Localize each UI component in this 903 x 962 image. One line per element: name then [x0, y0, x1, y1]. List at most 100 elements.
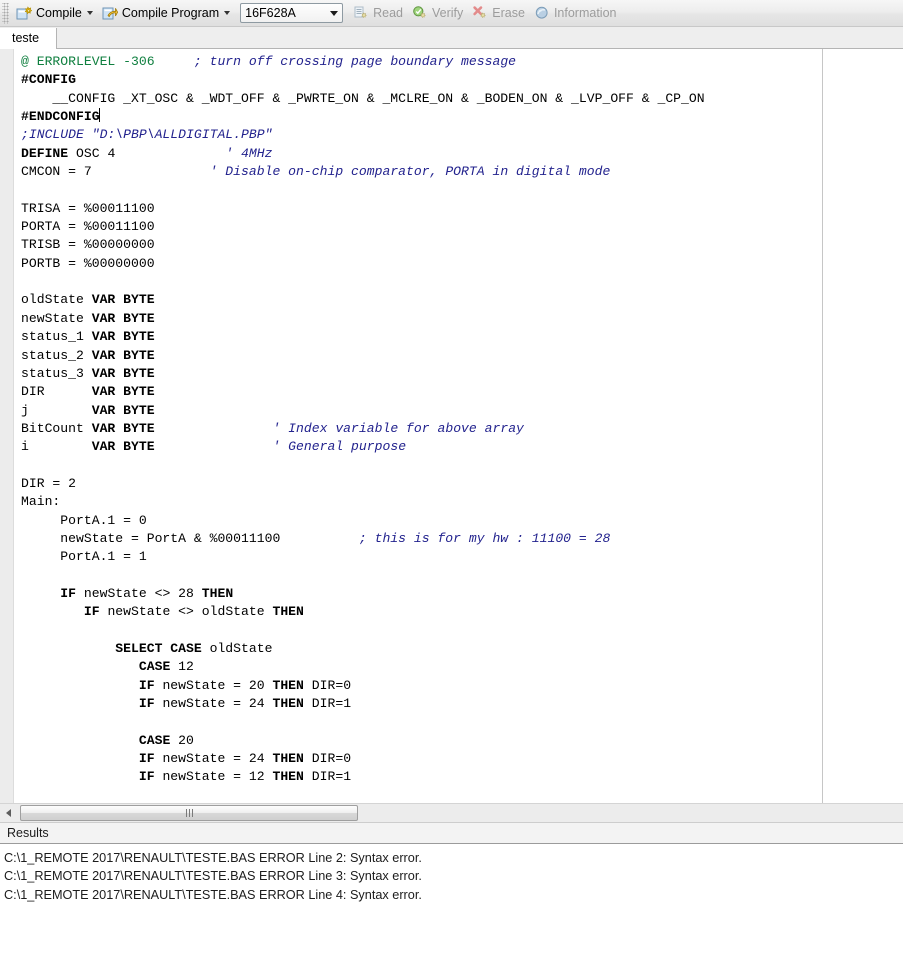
- code-token: DIR = 2: [21, 475, 77, 491]
- code-token-kw: THEN: [272, 677, 304, 693]
- code-editor[interactable]: @ ERRORLEVEL -306 ; turn off crossing pa…: [0, 49, 903, 803]
- erase-button[interactable]: Erase: [468, 1, 530, 25]
- editor-line: i VAR BYTE ' General purpose: [21, 438, 705, 456]
- read-button[interactable]: Read: [349, 1, 408, 25]
- results-line[interactable]: C:\1_REMOTE 2017\RENAULT\TESTE.BAS ERROR…: [4, 867, 903, 885]
- code-token: DIR: [21, 384, 92, 400]
- code-token: PortA.1 = 1: [21, 549, 147, 565]
- results-panel-title: Results: [7, 826, 49, 840]
- information-button-label: Information: [553, 6, 617, 20]
- code-token: status_2: [21, 347, 92, 363]
- editor-line: DIR VAR BYTE: [21, 383, 705, 401]
- code-token: newState = PortA & %00011100: [21, 530, 359, 546]
- read-button-label: Read: [373, 6, 404, 20]
- device-select-chevron-down-icon[interactable]: [325, 4, 342, 22]
- horizontal-scrollbar-thumb[interactable]: [20, 805, 358, 821]
- editor-line: __CONFIG _XT_OSC & _WDT_OFF & _PWRTE_ON …: [21, 90, 705, 108]
- code-token-kw: THEN: [272, 604, 304, 620]
- device-select[interactable]: 16F628A: [240, 3, 344, 23]
- information-button[interactable]: Information: [530, 1, 622, 25]
- editor-line: j VAR BYTE: [21, 402, 705, 420]
- code-token-kw: VAR BYTE: [91, 402, 155, 418]
- code-token-kw: VAR BYTE: [91, 420, 155, 436]
- compile-dropdown-caret-icon[interactable]: [86, 11, 93, 15]
- code-token: __CONFIG _XT_OSC & _WDT_OFF & _PWRTE_ON …: [21, 90, 705, 106]
- editor-line: #ENDCONFIG: [21, 108, 705, 126]
- code-token: newState = 20: [154, 677, 273, 693]
- erase-icon: [472, 5, 488, 21]
- compile-program-button[interactable]: Compile Program: [98, 1, 235, 25]
- text-caret: [98, 108, 100, 123]
- code-token: Main:: [21, 494, 61, 510]
- code-token-at: @ ERRORLEVEL -306: [21, 54, 155, 69]
- results-line[interactable]: C:\1_REMOTE 2017\RENAULT\TESTE.BAS ERROR…: [4, 849, 903, 867]
- code-token: DIR=1: [303, 769, 352, 785]
- code-token-kw: VAR BYTE: [91, 365, 155, 381]
- code-token-cm: ; turn off crossing page boundary messag…: [193, 54, 517, 69]
- editor-line: DIR = 2: [21, 475, 705, 493]
- code-token: newState = 24: [154, 696, 273, 712]
- verify-button-label: Verify: [432, 6, 464, 20]
- editor-line: ;INCLUDE "D:\PBP\ALLDIGITAL.PBP": [21, 126, 705, 144]
- code-token-kw: THEN: [272, 751, 304, 767]
- code-token-kw: THEN: [272, 696, 304, 712]
- read-document-icon: [353, 5, 369, 21]
- code-token: TRISA = %00011100: [21, 200, 155, 216]
- results-line[interactable]: C:\1_REMOTE 2017\RENAULT\TESTE.BAS ERROR…: [4, 886, 903, 904]
- results-panel-header: Results: [0, 822, 903, 844]
- editor-line: CASE 12: [21, 658, 705, 676]
- code-token-kw: VAR BYTE: [91, 347, 155, 363]
- code-token-kw: VAR BYTE: [91, 329, 155, 345]
- editor-code-content[interactable]: @ ERRORLEVEL -306 ; turn off crossing pa…: [21, 53, 705, 787]
- information-icon: [534, 5, 550, 21]
- verify-button[interactable]: Verify: [408, 1, 468, 25]
- code-token-kw: THEN: [201, 585, 234, 601]
- code-token: TRISB = %00000000: [21, 237, 155, 253]
- editor-gutter[interactable]: [0, 49, 14, 803]
- editor-line: oldState VAR BYTE: [21, 291, 705, 309]
- editor-line: IF newState = 24 THEN DIR=0: [21, 750, 705, 768]
- code-token-kw: SELECT CASE: [115, 641, 202, 656]
- code-token-dir: #CONFIG: [21, 72, 77, 88]
- compile-program-button-label: Compile Program: [121, 6, 220, 20]
- main-toolbar: Compile Compile Program 16F628A Read Ver…: [0, 0, 903, 27]
- editor-line: SELECT CASE oldState: [21, 640, 705, 658]
- compile-program-dropdown-caret-icon[interactable]: [224, 11, 231, 15]
- code-token: oldState: [201, 641, 273, 656]
- code-token-kw: IF: [83, 604, 100, 620]
- results-panel-body[interactable]: C:\1_REMOTE 2017\RENAULT\TESTE.BAS ERROR…: [0, 844, 903, 962]
- code-token: BitCount: [21, 420, 92, 436]
- editor-line: BitCount VAR BYTE ' Index variable for a…: [21, 420, 705, 438]
- scrollbar-gripper-icon: [185, 809, 193, 817]
- code-token-kw: IF: [138, 769, 155, 785]
- code-token: newState = 12: [154, 769, 273, 785]
- toolbar-drag-handle[interactable]: [2, 2, 9, 24]
- code-token: status_3: [21, 365, 92, 381]
- code-token: PORTA = %00011100: [21, 219, 155, 235]
- erase-button-label: Erase: [492, 6, 525, 20]
- editor-line: IF newState = 20 THEN DIR=0: [21, 677, 705, 695]
- editor-line: status_1 VAR BYTE: [21, 328, 705, 346]
- editor-horizontal-scrollbar[interactable]: [0, 803, 903, 822]
- document-tab-teste[interactable]: teste: [0, 28, 58, 49]
- code-token-kw: IF: [138, 677, 155, 693]
- editor-line: TRISA = %00011100: [21, 200, 705, 218]
- editor-line: DEFINE OSC 4 ' 4MHz: [21, 145, 705, 163]
- code-token-cm: ;INCLUDE "D:\PBP\ALLDIGITAL.PBP": [21, 127, 273, 143]
- editor-line: PortA.1 = 1: [21, 548, 705, 566]
- compile-button-label: Compile: [36, 6, 82, 20]
- code-token: i: [21, 439, 92, 455]
- arrow-left-icon[interactable]: [0, 805, 17, 822]
- compile-button[interactable]: Compile: [12, 1, 98, 25]
- code-token-kw: IF: [138, 751, 155, 767]
- code-token: OSC 4: [68, 145, 226, 161]
